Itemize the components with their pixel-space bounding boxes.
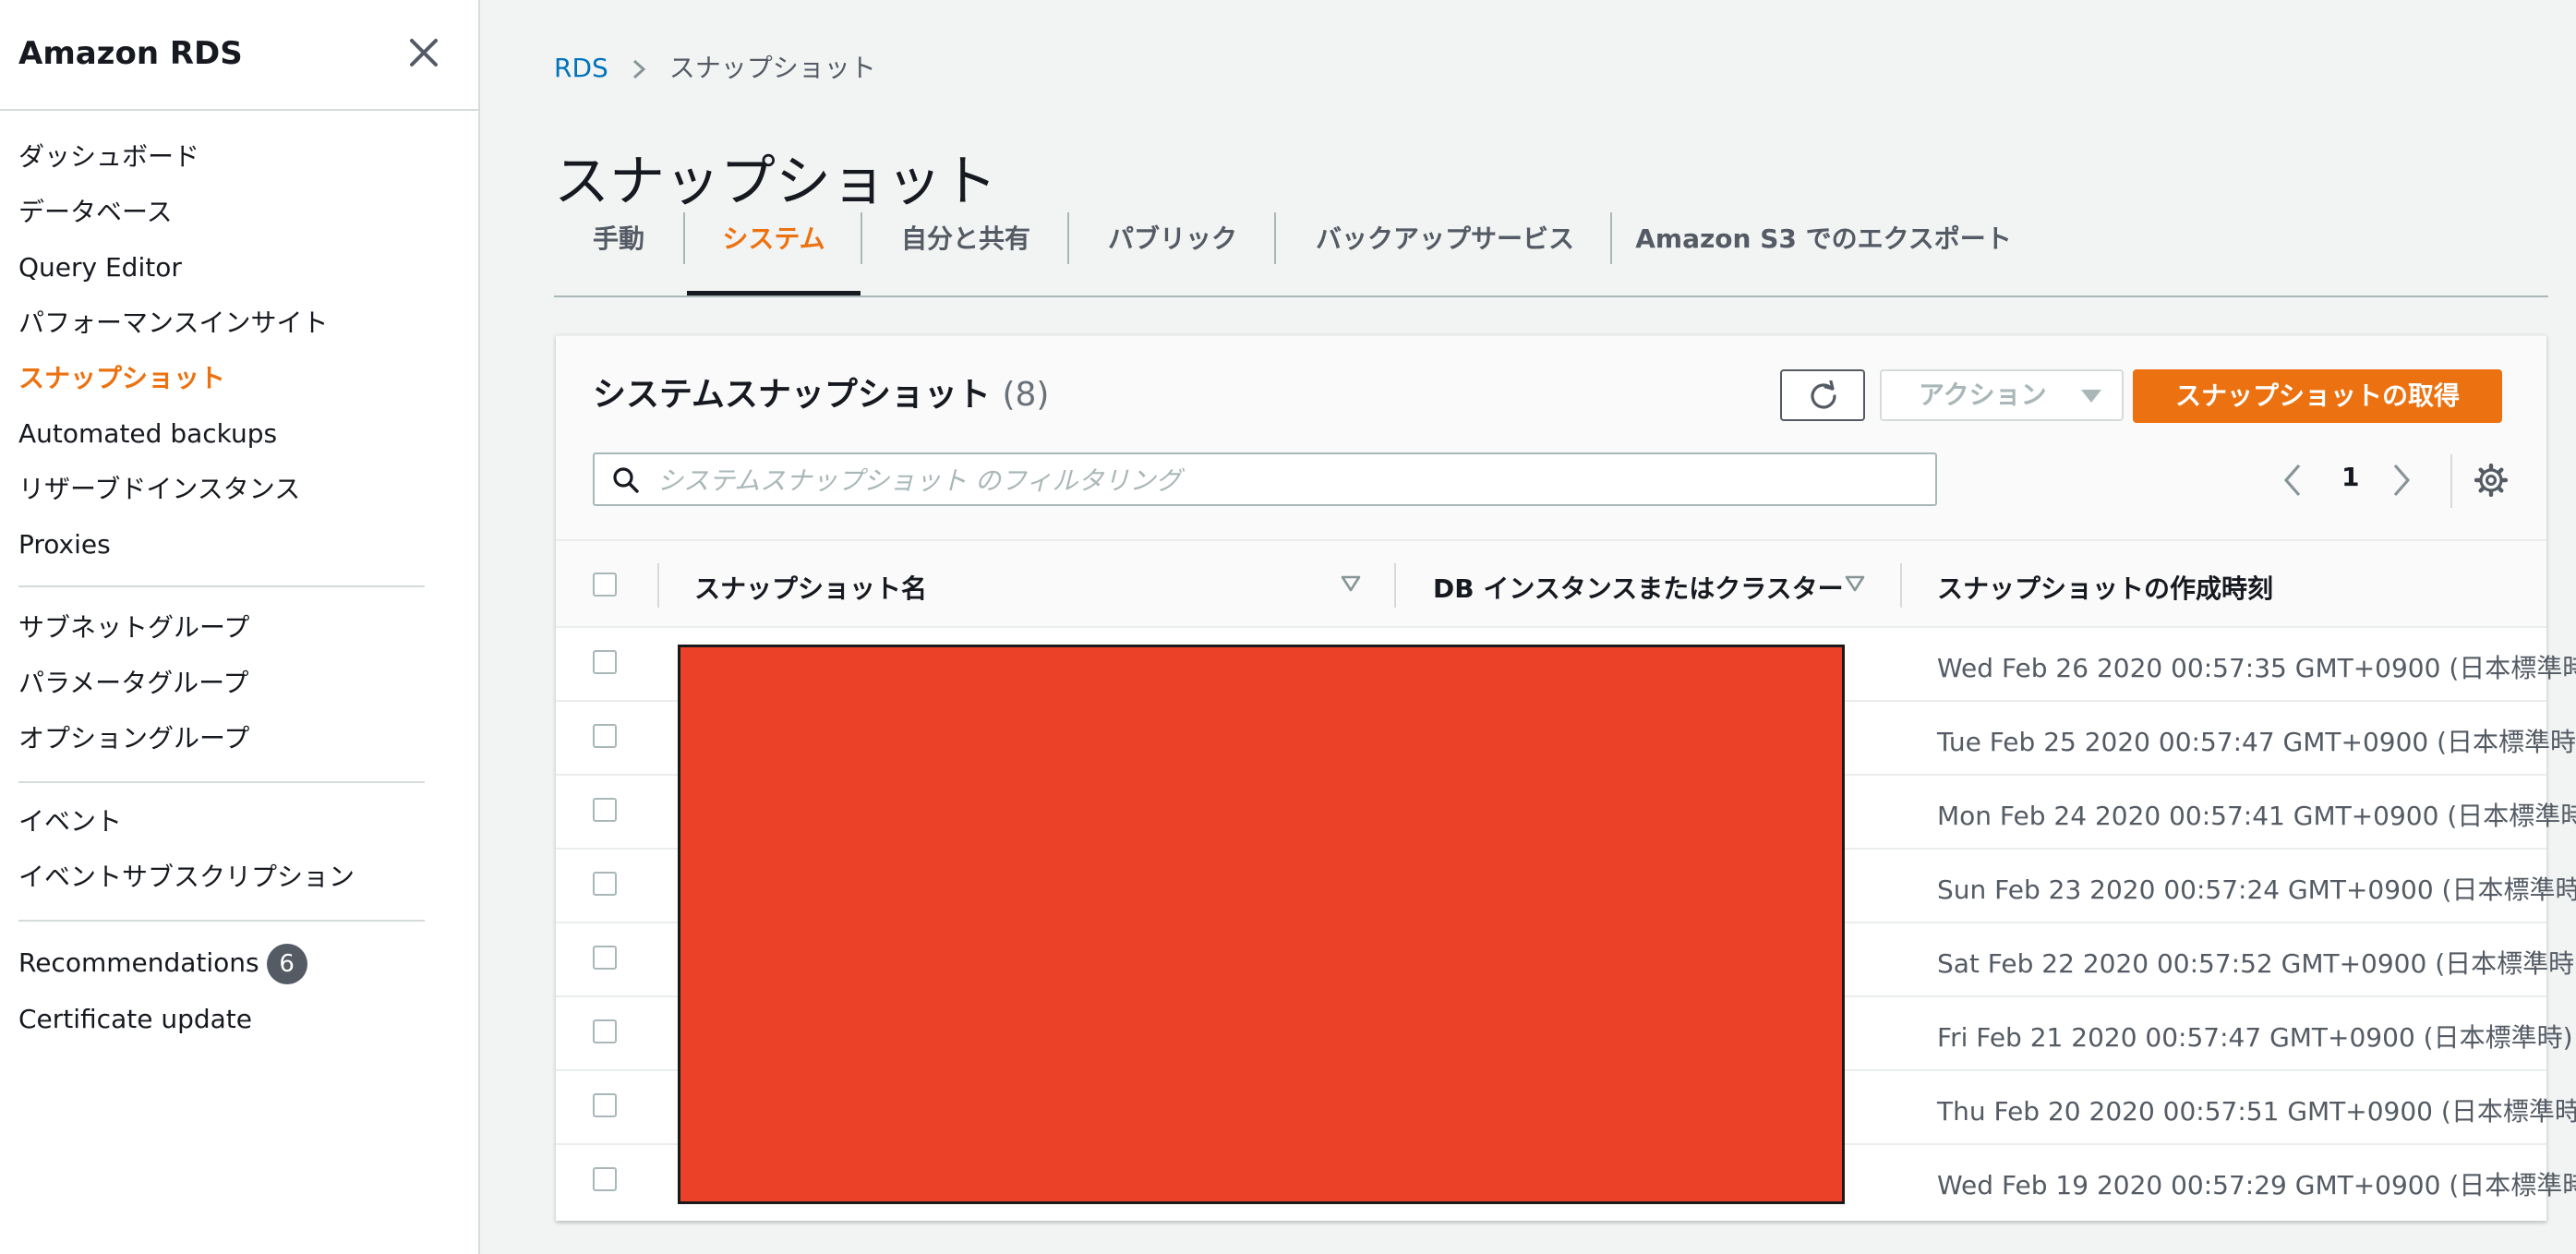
sidebar-item-event-subscriptions[interactable]: イベントサブスクリプション — [18, 861, 355, 894]
row-checkbox[interactable] — [593, 872, 617, 896]
sort-icon[interactable] — [1845, 574, 1865, 593]
column-header-snapshot-name[interactable]: スナップショット名 — [694, 569, 927, 606]
sidebar-item-automated-backups[interactable]: Automated backups — [18, 417, 277, 451]
tab-shared-with-me[interactable]: 自分と共有 — [864, 209, 1067, 295]
tab-manual[interactable]: 手動 — [554, 209, 683, 295]
column-header-db-instance[interactable]: DB インスタンスまたはクラスター — [1433, 569, 1844, 606]
snapshot-created-time: Wed Feb 26 2020 00:57:35 GMT+0900 (日本標準時… — [1937, 653, 2576, 683]
sidebar-title: Amazon RDS — [18, 35, 243, 72]
actions-label: アクション — [1919, 380, 2047, 410]
sidebar-item-certificate-update[interactable]: Certificate update — [18, 1003, 252, 1036]
breadcrumb: RDS スナップショット — [554, 48, 876, 85]
sidebar-divider — [18, 781, 425, 783]
breadcrumb-rds-link[interactable]: RDS — [554, 53, 608, 83]
row-checkbox[interactable] — [593, 724, 617, 748]
column-divider — [1900, 563, 1902, 608]
tab-public[interactable]: パブリック — [1071, 209, 1274, 295]
tab-s3-export[interactable]: Amazon S3 でのエクスポート — [1616, 209, 2031, 295]
snapshots-table-container: システムスナップショット (8) アクション スナップショットの取得 1 — [556, 334, 2576, 1221]
tab-divider — [1610, 212, 1612, 264]
snapshot-created-time: Tue Feb 25 2020 00:57:47 GMT+0900 (日本標準時… — [1937, 727, 2576, 757]
sidebar-item-snapshots[interactable]: スナップショット — [18, 362, 225, 395]
close-icon[interactable] — [404, 33, 443, 72]
actions-dropdown-button[interactable]: アクション — [1880, 369, 2124, 421]
snapshot-created-time: Sun Feb 23 2020 00:57:24 GMT+0900 (日本標準時… — [1937, 874, 2576, 905]
tab-backup-service[interactable]: バックアップサービス — [1278, 209, 1612, 295]
snapshot-created-time: Wed Feb 19 2020 00:57:29 GMT+0900 (日本標準時… — [1937, 1170, 2576, 1200]
sort-icon[interactable] — [1341, 574, 1361, 593]
sidebar-header: Amazon RDS — [0, 0, 478, 111]
select-all-checkbox[interactable] — [593, 573, 617, 597]
table-header-panel: システムスナップショット (8) アクション スナップショットの取得 1 — [556, 336, 2546, 539]
sidebar-item-proxies[interactable]: Proxies — [18, 528, 111, 561]
snapshot-created-time: Sat Feb 22 2020 00:57:52 GMT+0900 (日本標準時… — [1937, 948, 2576, 979]
sidebar-item-subnet-groups[interactable]: サブネットグループ — [18, 611, 249, 645]
chevron-right-icon[interactable] — [2389, 462, 2413, 499]
column-divider — [1394, 563, 1396, 608]
column-divider — [657, 563, 659, 608]
column-header-created-time[interactable]: スナップショットの作成時刻 — [1937, 569, 2273, 606]
row-checkbox[interactable] — [593, 650, 617, 674]
tab-system[interactable]: システム — [687, 209, 861, 295]
tab-bar: 手動 システム 自分と共有 パブリック バックアップサービス Amazon S3… — [554, 209, 2548, 297]
row-checkbox[interactable] — [593, 798, 617, 822]
chevron-right-icon — [632, 59, 646, 79]
sidebar-item-events[interactable]: イベント — [18, 805, 122, 838]
tab-divider — [1274, 212, 1276, 264]
redaction-overlay — [678, 645, 1845, 1204]
row-checkbox[interactable] — [593, 946, 617, 970]
tab-divider — [683, 212, 685, 264]
sidebar-item-reserved-instances[interactable]: リザーブドインスタンス — [18, 473, 300, 506]
sidebar-item-dashboard[interactable]: ダッシュボード — [18, 140, 199, 174]
sidebar-item-option-groups[interactable]: オプショングループ — [18, 722, 249, 755]
search-input[interactable] — [656, 460, 1915, 500]
search-icon — [613, 467, 639, 493]
recommendations-count-badge: 6 — [266, 944, 307, 984]
sidebar-item-performance-insights[interactable]: パフォーマンスインサイト — [18, 307, 328, 340]
refresh-button[interactable] — [1780, 369, 1865, 421]
table-count: (8) — [1002, 376, 1050, 414]
tab-divider — [861, 212, 862, 264]
pager-divider — [2450, 454, 2452, 508]
snapshot-created-time: Thu Feb 20 2020 00:57:51 GMT+0900 (日本標準時… — [1937, 1096, 2576, 1127]
row-checkbox[interactable] — [593, 1019, 617, 1043]
gear-icon[interactable] — [2474, 464, 2508, 497]
tab-divider — [1067, 212, 1069, 264]
sidebar-divider — [18, 585, 425, 587]
sidebar-item-parameter-groups[interactable]: パラメータグループ — [18, 667, 248, 700]
page-title: スナップショット — [554, 150, 997, 215]
current-page-number[interactable]: 1 — [2341, 462, 2359, 492]
row-checkbox[interactable] — [593, 1093, 617, 1117]
refresh-icon — [1811, 380, 1836, 409]
table-title-text: システムスナップショット — [593, 376, 991, 414]
search-box — [593, 452, 1937, 506]
sidebar-item-databases[interactable]: データベース — [18, 196, 173, 229]
caret-down-icon — [2081, 390, 2101, 403]
table-title: システムスナップショット (8) — [593, 368, 1049, 416]
row-checkbox[interactable] — [593, 1167, 617, 1191]
sidebar-item-label: Recommendations — [18, 947, 259, 978]
snapshot-created-time: Fri Feb 21 2020 00:57:47 GMT+0900 (日本標準時… — [1937, 1022, 2573, 1053]
table-column-headers: スナップショット名 DB インスタンスまたはクラスター スナップショットの作成時… — [556, 539, 2546, 628]
sidebar-item-query-editor[interactable]: Query Editor — [18, 251, 182, 284]
chevron-left-icon[interactable] — [2281, 462, 2305, 499]
sidebar-item-recommendations[interactable]: Recommendations 6 — [18, 944, 307, 984]
snapshot-created-time: Mon Feb 24 2020 00:57:41 GMT+0900 (日本標準時… — [1937, 801, 2576, 831]
breadcrumb-current: スナップショット — [668, 53, 876, 83]
sidebar: Amazon RDS ダッシュボード データベース Query Editor パ… — [0, 0, 480, 1254]
take-snapshot-button[interactable]: スナップショットの取得 — [2133, 369, 2502, 423]
sidebar-divider — [18, 920, 425, 922]
